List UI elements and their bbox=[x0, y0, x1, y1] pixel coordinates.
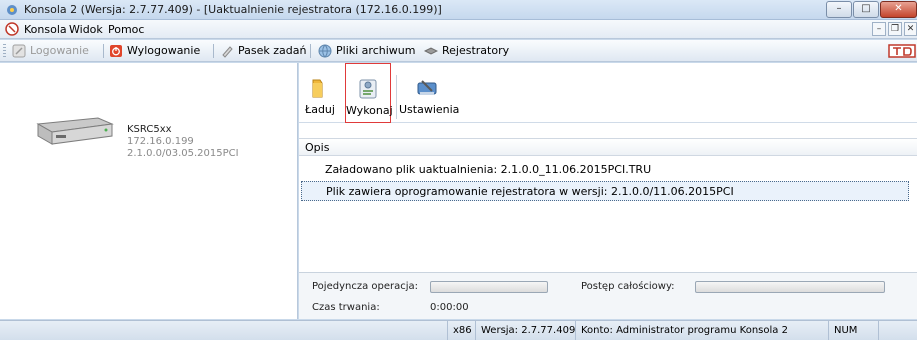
update-ribbon: Ładuj Wykonaj Ustawienia bbox=[299, 63, 917, 123]
status-empty bbox=[878, 321, 917, 340]
title-bar: Konsola 2 (Wersja: 2.7.77.409) - [Uaktua… bbox=[0, 0, 917, 20]
status-numlock-text: NUM bbox=[834, 325, 858, 336]
login-icon bbox=[12, 44, 26, 58]
maximize-button[interactable]: □ bbox=[853, 1, 879, 18]
taskbar-label: Pasek zadań bbox=[238, 44, 307, 57]
single-operation-label: Pojedyncza operacja: bbox=[312, 281, 419, 292]
menu-pomoc[interactable]: Pomoc bbox=[108, 23, 144, 36]
execute-button[interactable]: Wykonaj bbox=[345, 63, 393, 123]
status-arch-text: x86 bbox=[453, 325, 472, 336]
duration-label: Czas trwania: bbox=[312, 302, 380, 313]
toolbar-separator bbox=[103, 44, 104, 58]
settings-label: Ustawienia bbox=[399, 103, 460, 116]
log-grid[interactable]: Załadowano plik uaktualnienia: 2.1.0.0_1… bbox=[299, 157, 917, 273]
ribbon-separator bbox=[396, 75, 397, 119]
close-button[interactable]: ✕ bbox=[880, 1, 917, 18]
folder-icon bbox=[312, 79, 323, 98]
logout-label: Wylogowanie bbox=[127, 44, 201, 57]
close-icon: ✕ bbox=[894, 3, 903, 14]
load-button[interactable]: Ładuj bbox=[301, 63, 339, 123]
device-pane: KSRC5xx 172.16.0.199 2.1.0.0/03.05.2015P… bbox=[0, 63, 298, 319]
settings-icon bbox=[417, 80, 437, 95]
execute-label: Wykonaj bbox=[346, 104, 393, 117]
toolbar-grip[interactable] bbox=[3, 44, 6, 58]
single-operation-progress bbox=[430, 281, 548, 293]
recorder-device-image[interactable] bbox=[34, 108, 114, 148]
progress-panel: Pojedyncza operacja: Postęp całościowy: … bbox=[299, 273, 917, 319]
recorder-icon bbox=[424, 47, 438, 55]
mdi-minimize-button[interactable]: – bbox=[872, 22, 886, 36]
table-row-selected[interactable]: Plik zawiera oprogramowanie rejestratora… bbox=[301, 181, 909, 201]
globe-icon bbox=[318, 44, 332, 58]
brand-logo-icon bbox=[888, 44, 916, 58]
maximize-icon: □ bbox=[861, 3, 871, 14]
minimize-icon: – bbox=[836, 3, 842, 14]
menu-bar: Konsola Widok Pomoc – ❐ ✕ bbox=[0, 20, 917, 39]
konsola-logo-icon bbox=[5, 22, 19, 36]
status-version-text: Wersja: 2.7.77.409 bbox=[481, 325, 576, 336]
device-ip: 172.16.0.199 bbox=[127, 136, 194, 147]
recorders-button[interactable]: Rejestratory bbox=[424, 43, 510, 59]
logout-icon bbox=[110, 45, 122, 57]
toolbar-separator bbox=[213, 44, 214, 58]
menu-widok[interactable]: Widok bbox=[69, 23, 103, 36]
status-version: Wersja: 2.7.77.409 bbox=[475, 321, 575, 340]
login-button[interactable]: Logowanie bbox=[12, 43, 100, 59]
main-toolbar: Logowanie Wylogowanie Pasek zadań Pliki … bbox=[0, 40, 917, 62]
recorders-label: Rejestratory bbox=[442, 44, 510, 57]
load-label: Ładuj bbox=[305, 103, 335, 116]
archive-files-label: Pliki archiwum bbox=[336, 44, 416, 57]
menu-konsola[interactable]: Konsola bbox=[24, 23, 67, 36]
mdi-close-button[interactable]: ✕ bbox=[904, 22, 917, 36]
taskbar-button[interactable]: Pasek zadań bbox=[220, 43, 306, 59]
row-text: Plik zawiera oprogramowanie rejestratora… bbox=[326, 185, 734, 198]
settings-button[interactable]: Ustawienia bbox=[399, 63, 460, 123]
window-title: Konsola 2 (Wersja: 2.7.77.409) - [Uaktua… bbox=[24, 3, 442, 16]
column-header-description: Opis bbox=[305, 141, 330, 154]
status-numlock: NUM bbox=[828, 321, 878, 340]
app-icon bbox=[7, 5, 17, 15]
grid-header[interactable]: Opis bbox=[299, 138, 917, 156]
status-arch: x86 bbox=[447, 321, 475, 340]
execute-icon bbox=[359, 79, 377, 99]
pen-icon bbox=[222, 46, 233, 58]
toolbar-separator bbox=[310, 44, 311, 58]
device-version: 2.1.0.0/03.05.2015PCI bbox=[127, 148, 239, 159]
status-bar: x86 Wersja: 2.7.77.409 Konto: Administra… bbox=[0, 320, 917, 340]
table-row[interactable]: Załadowano plik uaktualnienia: 2.1.0.0_1… bbox=[301, 160, 909, 180]
row-text: Załadowano plik uaktualnienia: 2.1.0.0_1… bbox=[325, 163, 652, 176]
overall-progress bbox=[695, 281, 885, 293]
update-pane: Ładuj Wykonaj Ustawienia Opis Załadowano… bbox=[299, 63, 917, 319]
status-account: Konto: Administrator programu Konsola 2 bbox=[575, 321, 828, 340]
status-account-text: Konto: Administrator programu Konsola 2 bbox=[581, 325, 788, 336]
archive-files-button[interactable]: Pliki archiwum bbox=[318, 43, 416, 59]
login-label: Logowanie bbox=[30, 44, 89, 57]
logout-button[interactable]: Wylogowanie bbox=[109, 43, 211, 59]
mdi-restore-button[interactable]: ❐ bbox=[888, 22, 902, 36]
overall-progress-label: Postęp całościowy: bbox=[581, 281, 675, 292]
duration-value: 0:00:00 bbox=[430, 302, 469, 313]
device-name: KSRC5xx bbox=[127, 124, 172, 135]
minimize-button[interactable]: – bbox=[826, 1, 852, 18]
